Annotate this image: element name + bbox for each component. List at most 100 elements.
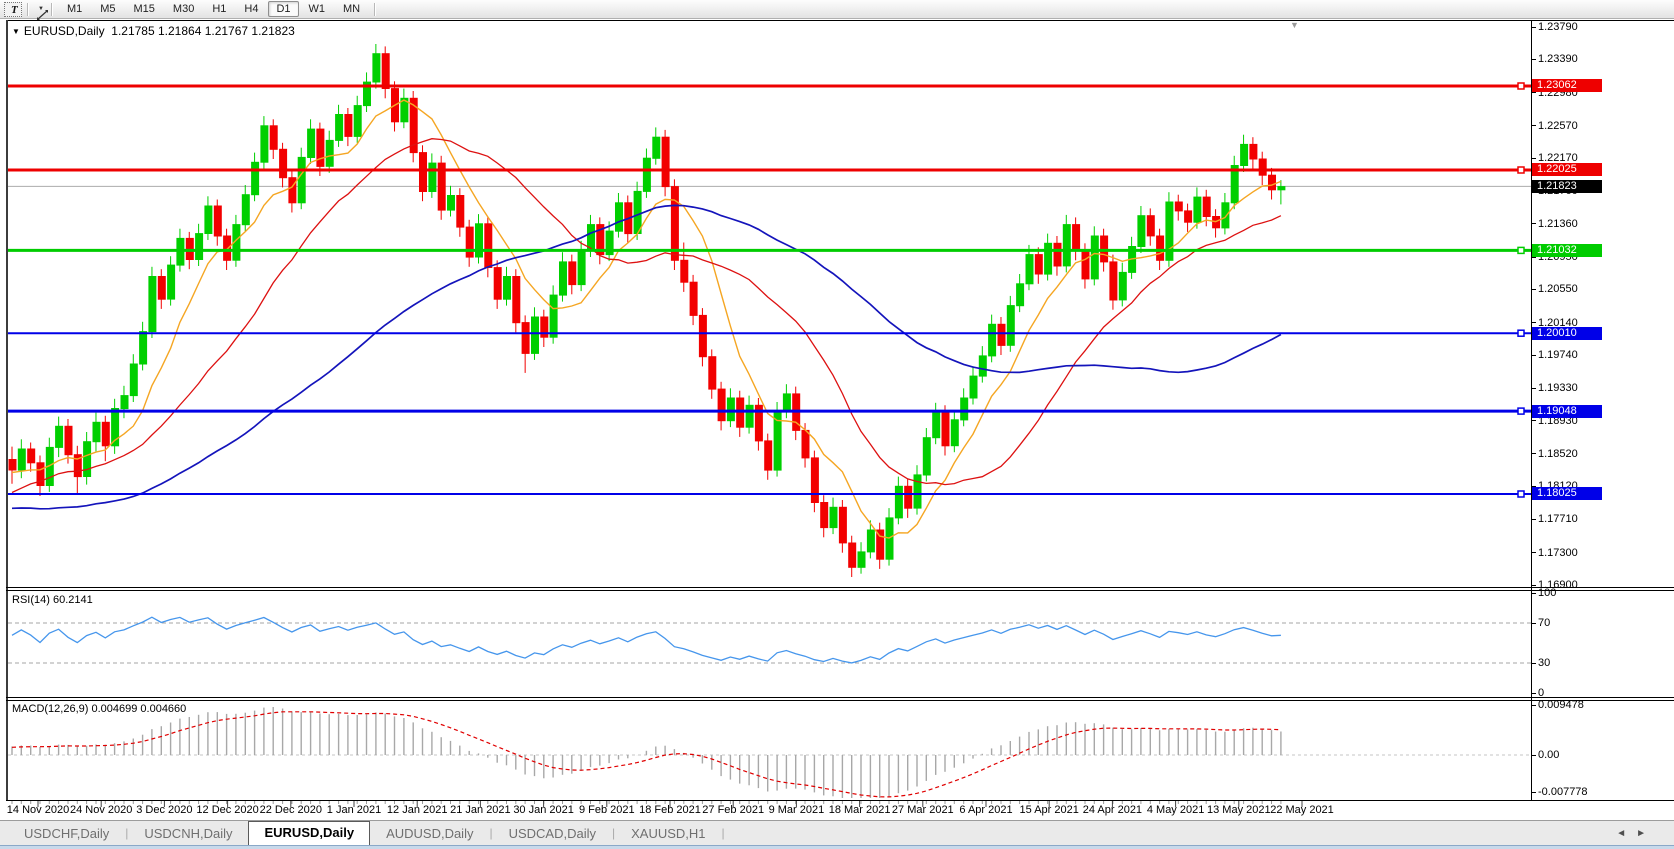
time-axis-label: 27 Feb 2021	[702, 804, 764, 816]
price-axis-tick	[1531, 585, 1536, 586]
time-axis-label: 1 Jan 2021	[327, 804, 381, 816]
chart-shift-marker-icon[interactable]: ▼	[1290, 20, 1299, 30]
price-axis-tick	[1531, 552, 1536, 553]
panel-separator[interactable]	[6, 697, 1674, 698]
price-line-badge: 1.23062	[1532, 79, 1602, 92]
rsi-axis-tick-label: 70	[1538, 617, 1550, 629]
time-axis-label: 9 Feb 2021	[579, 804, 635, 816]
text-tool-button[interactable]: T	[4, 2, 22, 17]
price-axis-tick	[1531, 125, 1536, 126]
tab-eurusd[interactable]: EURUSD,Daily	[248, 821, 370, 845]
top-toolbar: T ▼ M1M5M15M30H1H4D1W1MN	[0, 0, 1674, 19]
price-axis-tick	[1531, 223, 1536, 224]
rsi-panel-canvas[interactable]	[8, 591, 1531, 696]
macd-axis-tick-label: 0.009478	[1538, 699, 1584, 711]
price-axis-tick-label: 1.17710	[1538, 513, 1578, 525]
tab-separator: |	[722, 826, 725, 845]
tab-usdcad[interactable]: USDCAD,Daily	[493, 823, 612, 845]
price-axis-tick	[1531, 388, 1536, 389]
tabs-scroll-left-icon[interactable]: ◄	[1616, 828, 1636, 839]
tabs-scroll: ◄►	[1616, 828, 1656, 839]
price-axis-tick	[1531, 453, 1536, 454]
timeframe-button-M30[interactable]: M30	[165, 1, 202, 17]
time-axis-label: 27 Mar 2021	[892, 804, 954, 816]
timeframe-button-D1[interactable]: D1	[268, 1, 298, 17]
price-axis-tick-label: 1.21360	[1538, 218, 1578, 230]
rsi-axis-tick	[1531, 593, 1536, 594]
price-line-badge: 1.20010	[1532, 327, 1602, 340]
macd-indicator-label: MACD(12,26,9) 0.004699 0.004660	[12, 703, 186, 715]
chart-ohlc-values: 1.21785 1.21864 1.21767 1.21823	[111, 24, 295, 38]
time-axis-label: 3 Dec 2020	[136, 804, 192, 816]
rsi-axis-tick-label: 100	[1538, 587, 1556, 599]
price-axis-tick-label: 1.20550	[1538, 283, 1578, 295]
price-axis-tick	[1531, 59, 1536, 60]
price-axis-tick	[1531, 519, 1536, 520]
macd-axis-tick	[1531, 705, 1536, 706]
time-axis-label: 22 Dec 2020	[260, 804, 322, 816]
price-line-badge: 1.18025	[1532, 487, 1602, 500]
timeframe-button-MN[interactable]: MN	[335, 1, 368, 17]
data-window-arrow-icon[interactable]: ▼	[12, 27, 20, 36]
price-axis-tick-label: 1.22170	[1538, 152, 1578, 164]
time-axis-label: 24 Apr 2021	[1083, 804, 1142, 816]
tab-xauusd[interactable]: XAUUSD,H1	[615, 823, 721, 845]
time-axis-label: 6 Apr 2021	[959, 804, 1012, 816]
chart-symbol-title[interactable]: ▼ EURUSD,Daily 1.21785 1.21864 1.21767 1.…	[12, 24, 295, 38]
macd-panel-canvas[interactable]	[8, 701, 1531, 800]
timeframe-button-H1[interactable]: H1	[204, 1, 234, 17]
tab-usdchf[interactable]: USDCHF,Daily	[8, 823, 125, 845]
time-axis-label: 12 Jan 2021	[387, 804, 448, 816]
toolbar-separator	[51, 3, 53, 16]
macd-axis-tick-label: 0.00	[1538, 749, 1559, 761]
toolbar-separator	[27, 3, 29, 16]
timeframe-button-M15[interactable]: M15	[126, 1, 163, 17]
rsi-axis-tick-label: 0	[1538, 687, 1544, 699]
time-axis-label: 30 Jan 2021	[513, 804, 574, 816]
chart-symbol: EURUSD,Daily	[24, 24, 105, 38]
price-chart-canvas[interactable]	[8, 21, 1531, 587]
tabs-scroll-right-icon[interactable]: ►	[1636, 828, 1656, 839]
price-axis-tick	[1531, 289, 1536, 290]
price-axis-tick-label: 1.18520	[1538, 448, 1578, 460]
tab-audusd[interactable]: AUDUSD,Daily	[370, 823, 489, 845]
time-axis-label: 12 Dec 2020	[196, 804, 258, 816]
price-line-badge: 1.22025	[1532, 163, 1602, 176]
timeframe-button-M1[interactable]: M1	[59, 1, 90, 17]
rsi-axis-tick	[1531, 623, 1536, 624]
price-axis-tick-label: 1.17300	[1538, 547, 1578, 559]
price-axis-tick-label: 1.19740	[1538, 349, 1578, 361]
timeframe-button-M5[interactable]: M5	[92, 1, 123, 17]
price-line-badge: 1.21032	[1532, 244, 1602, 257]
price-axis-tick-label: 1.23390	[1538, 53, 1578, 65]
time-axis-label: 24 Nov 2020	[70, 804, 132, 816]
macd-axis-tick	[1531, 755, 1536, 756]
macd-axis-tick-label: -0.007778	[1538, 786, 1588, 798]
price-axis-tick-label: 1.19330	[1538, 382, 1578, 394]
rsi-indicator-label: RSI(14) 60.2141	[12, 594, 93, 606]
window-bottom-strip	[0, 845, 1674, 849]
time-axis-label: 14 Nov 2020	[7, 804, 69, 816]
tab-usdcnh[interactable]: USDCNH,Daily	[128, 823, 248, 845]
price-axis-tick	[1531, 27, 1536, 28]
price-axis-tick-label: 1.22570	[1538, 120, 1578, 132]
crosshair-tool-button[interactable]: ▼	[34, 2, 46, 17]
time-axis-label: 18 Mar 2021	[829, 804, 891, 816]
panel-separator[interactable]	[6, 587, 1674, 588]
timeframe-toolbar: M1M5M15M30H1H4D1W1MN	[58, 1, 369, 17]
rsi-axis-tick	[1531, 693, 1536, 694]
time-axis-label: 13 May 2021	[1207, 804, 1271, 816]
price-axis-tick	[1531, 355, 1536, 356]
price-axis-tick	[1531, 322, 1536, 323]
current-price-badge: 1.21823	[1532, 180, 1602, 193]
price-axis-tick	[1531, 158, 1536, 159]
time-axis-label: 9 Mar 2021	[769, 804, 825, 816]
rsi-axis-tick-label: 30	[1538, 657, 1550, 669]
time-axis-label: 22 May 2021	[1270, 804, 1334, 816]
rsi-axis-tick	[1531, 663, 1536, 664]
time-axis-label: 21 Jan 2021	[450, 804, 511, 816]
timeframe-button-H4[interactable]: H4	[236, 1, 266, 17]
time-axis-label: 18 Feb 2021	[639, 804, 701, 816]
chart-tabs: USDCHF,Daily | USDCNH,DailyEURUSD,DailyAUD…	[8, 821, 725, 845]
timeframe-button-W1[interactable]: W1	[301, 1, 334, 17]
